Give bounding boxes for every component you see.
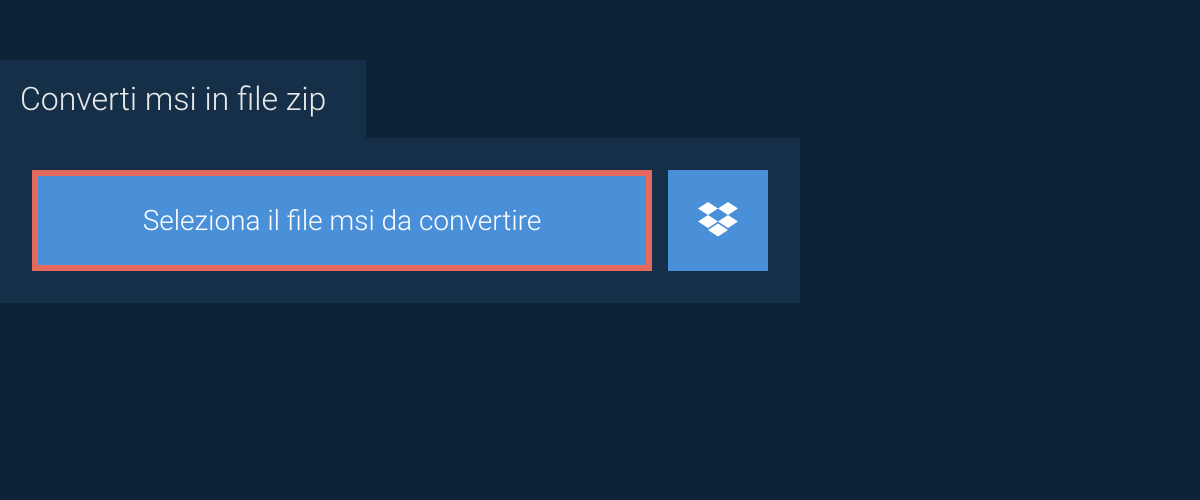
dropbox-icon [698,202,738,240]
dropbox-button[interactable] [668,170,768,271]
converter-panel: Seleziona il file msi da convertire [0,138,800,303]
button-row: Seleziona il file msi da convertire [32,170,768,271]
page-title: Converti msi in file zip [20,80,326,118]
tab-header: Converti msi in file zip [0,60,366,138]
select-file-button[interactable]: Seleziona il file msi da convertire [32,170,652,271]
